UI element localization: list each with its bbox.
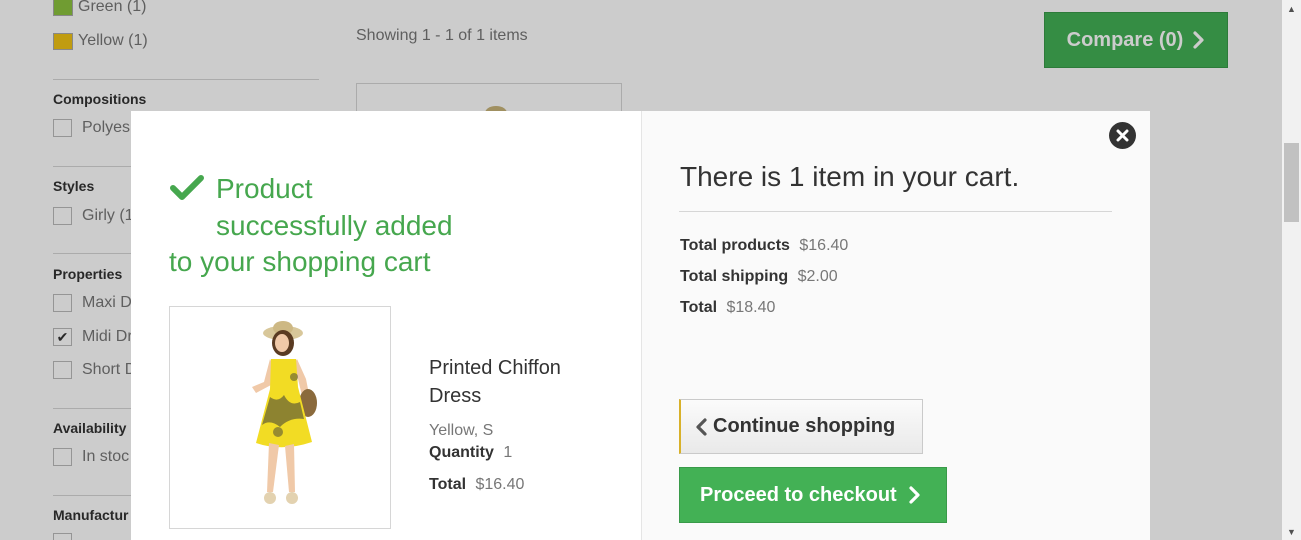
summary-total: Total $18.40 xyxy=(680,299,775,317)
cart-total-label: Total xyxy=(680,299,718,316)
scroll-down-arrow[interactable]: ▼ xyxy=(1282,523,1301,540)
summary-total-products: Total products $16.40 xyxy=(680,237,848,255)
scrollbar-thumb[interactable] xyxy=(1284,143,1299,222)
total-products-value: $16.40 xyxy=(799,237,849,254)
dress-model-image xyxy=(252,321,317,504)
success-line-1: Product xyxy=(216,173,313,204)
cart-divider xyxy=(679,211,1112,212)
added-product-panel: Product successfully added to your shopp… xyxy=(131,111,642,540)
continue-shopping-button[interactable]: Continue shopping xyxy=(679,399,923,454)
total-shipping-label: Total shipping xyxy=(680,268,789,285)
quantity-value: 1 xyxy=(503,444,513,461)
total-products-label: Total products xyxy=(680,237,790,254)
product-total-value: $16.40 xyxy=(475,476,525,493)
chevron-left-icon xyxy=(696,417,707,436)
product-quantity: Quantity 1 xyxy=(429,444,512,462)
quantity-label: Quantity xyxy=(429,444,494,461)
product-total-label: Total xyxy=(429,476,467,493)
total-shipping-value: $2.00 xyxy=(797,268,838,285)
close-icon xyxy=(1116,129,1129,142)
scroll-up-arrow[interactable]: ▲ xyxy=(1282,0,1301,17)
close-modal-button[interactable] xyxy=(1109,122,1136,149)
add-to-cart-modal: Product successfully added to your shopp… xyxy=(131,111,1150,540)
proceed-to-checkout-button[interactable]: Proceed to checkout xyxy=(679,467,947,523)
cart-item-count: There is 1 item in your cart. xyxy=(680,161,1020,192)
check-icon xyxy=(170,175,204,200)
summary-total-shipping: Total shipping $2.00 xyxy=(680,268,838,286)
success-line-2: successfully added xyxy=(216,209,453,241)
product-attributes: Yellow, S xyxy=(429,422,494,439)
product-name: Printed Chiffon Dress xyxy=(429,357,561,407)
cart-total-value: $18.40 xyxy=(726,299,776,316)
proceed-to-checkout-label: Proceed to checkout xyxy=(700,483,897,506)
product-total: Total $16.40 xyxy=(429,476,524,494)
chevron-right-icon xyxy=(909,486,920,504)
success-message: Product successfully added to your shopp… xyxy=(169,171,489,281)
page-scrollbar[interactable]: ▲ ▼ xyxy=(1282,0,1301,540)
continue-shopping-label: Continue shopping xyxy=(713,415,896,437)
cart-summary-panel: There is 1 item in your cart. Total prod… xyxy=(642,111,1150,540)
success-line-3: to your shopping cart xyxy=(169,246,431,277)
product-image xyxy=(169,306,391,529)
